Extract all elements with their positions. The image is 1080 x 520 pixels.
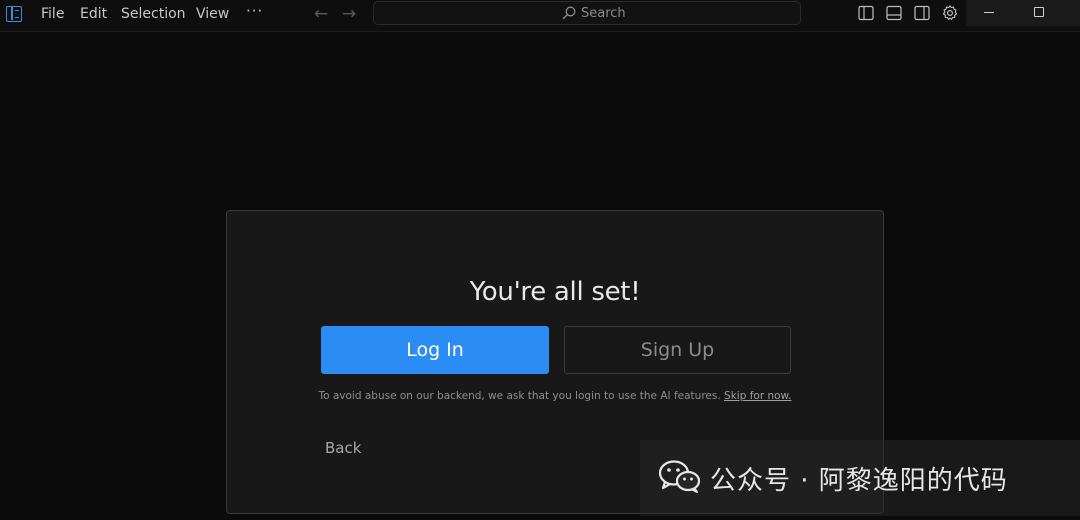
search-placeholder: Search — [581, 5, 626, 21]
toggle-panel-icon[interactable] — [885, 4, 903, 22]
login-button[interactable]: Log In — [321, 326, 549, 374]
menu-selection[interactable]: Selection — [121, 4, 186, 24]
menu-edit[interactable]: Edit — [80, 4, 107, 24]
arrow-right-icon[interactable]: → — [339, 4, 359, 24]
gear-icon[interactable] — [941, 4, 959, 22]
title-bar: File Edit Selection View ··· ← → Search — [0, 0, 1080, 32]
wechat-icon — [658, 460, 701, 493]
window-controls — [966, 0, 1080, 26]
skip-for-now-link[interactable]: Skip for now. — [724, 390, 791, 402]
maximize-button[interactable] — [1016, 0, 1062, 26]
app-logo-icon[interactable] — [6, 6, 22, 22]
notice-message: To avoid abuse on our backend, we ask th… — [318, 390, 721, 402]
arrow-left-icon[interactable]: ← — [311, 4, 331, 24]
watermark-text: 公众号 · 阿黎逸阳的代码 — [710, 466, 1008, 496]
minimize-button[interactable] — [966, 0, 1012, 26]
menu-more-icon[interactable]: ··· — [246, 2, 263, 22]
dialog-title: You're all set! — [469, 277, 641, 307]
notice-text: To avoid abuse on our backend, we ask th… — [227, 390, 883, 402]
menu-file[interactable]: File — [41, 4, 64, 24]
command-center-search[interactable]: Search — [373, 1, 801, 25]
minimize-icon — [984, 12, 994, 13]
signup-button[interactable]: Sign Up — [564, 326, 791, 374]
menu-view[interactable]: View — [196, 4, 229, 24]
watermark: 公众号 · 阿黎逸阳的代码 — [640, 440, 1080, 516]
maximize-icon — [1034, 7, 1044, 17]
search-icon — [562, 6, 576, 20]
toggle-primary-sidebar-icon[interactable] — [857, 4, 875, 22]
toggle-secondary-sidebar-icon[interactable] — [913, 4, 931, 22]
back-button[interactable]: Back — [325, 439, 361, 457]
